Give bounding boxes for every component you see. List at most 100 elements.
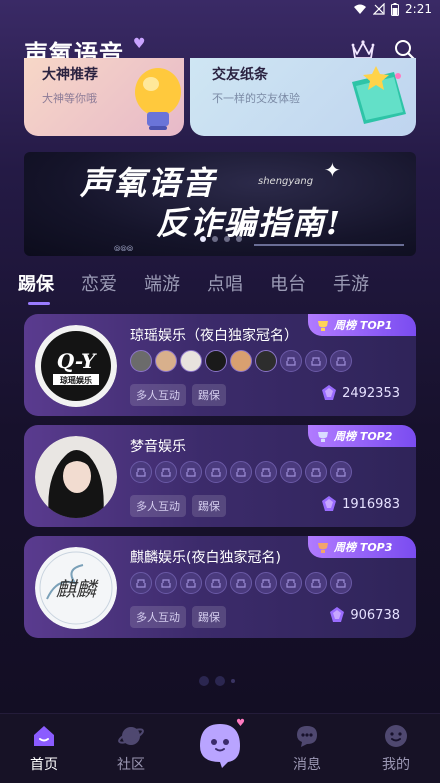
- status-time: 2:21: [405, 2, 432, 16]
- banner-dot[interactable]: [212, 236, 218, 242]
- banner-dot[interactable]: [236, 236, 242, 242]
- empty-seat-icon[interactable]: [305, 461, 327, 483]
- seat-list: [130, 461, 352, 483]
- promo-title: 大神推荐: [42, 67, 98, 83]
- list-pagination: [199, 676, 235, 686]
- empty-seat-icon[interactable]: [205, 461, 227, 483]
- empty-seat-icon[interactable]: [280, 461, 302, 483]
- empty-seat-icon[interactable]: [305, 350, 327, 372]
- message-icon: [297, 726, 317, 747]
- nav-profile[interactable]: 我的: [366, 722, 426, 774]
- trophy-icon: [318, 543, 328, 553]
- seat-avatar[interactable]: [130, 350, 152, 372]
- promo-subtitle: 大神等你哦: [42, 92, 97, 105]
- nav-messages[interactable]: 消息: [277, 722, 337, 774]
- promo-title: 交友纸条: [212, 67, 268, 83]
- tab-pc-games[interactable]: 端游: [144, 270, 180, 300]
- empty-seat-icon[interactable]: [305, 572, 327, 594]
- empty-seat-icon[interactable]: [330, 350, 352, 372]
- popularity-value: 2492353: [342, 385, 400, 401]
- tab-mobile-games[interactable]: 手游: [333, 270, 369, 300]
- svg-text:♥: ♥: [236, 718, 245, 729]
- empty-seat-icon[interactable]: [155, 461, 177, 483]
- banner-dot[interactable]: [224, 236, 230, 242]
- empty-seat-icon[interactable]: [255, 461, 277, 483]
- status-icons: 2:21: [353, 2, 432, 16]
- seat-avatar[interactable]: [180, 350, 202, 372]
- weekly-rank-badge: 周榜 TOP2: [308, 425, 416, 447]
- empty-seat-icon[interactable]: [230, 461, 252, 483]
- empty-seat-icon[interactable]: [130, 572, 152, 594]
- room-avatar: [35, 436, 117, 518]
- room-logo-text: Q-Y: [57, 349, 97, 373]
- wifi-icon: [354, 4, 367, 14]
- trophy-icon: [318, 321, 328, 331]
- banner-subtitle: 反诈骗指南!: [156, 204, 343, 242]
- promo-subtitle: 不一样的交友体验: [212, 92, 300, 105]
- rank-text: 周榜 TOP3: [334, 541, 393, 554]
- room-tag: 踢保: [192, 384, 226, 406]
- nav-label: 社区: [117, 757, 145, 773]
- room-card[interactable]: Q-Y 琼瑶娱乐 琼瑶娱乐（夜白独家冠名） 周榜 TOP1 多人互动 踢保 24…: [24, 314, 416, 416]
- room-name: 麒麟娱乐(夜白独家冠名): [130, 550, 281, 566]
- category-tabs: 踢保 恋爱 端游 点唱 电台 手游: [18, 270, 418, 300]
- promo-card-expert[interactable]: 大神推荐 大神等你哦: [24, 58, 184, 136]
- nav-label: 消息: [293, 757, 321, 773]
- ghost-icon[interactable]: ♥: [192, 714, 248, 770]
- promo-card-notes[interactable]: 交友纸条 不一样的交友体验: [190, 58, 416, 136]
- seat-list: [130, 350, 352, 372]
- book-icon: [352, 66, 406, 124]
- room-logo-subtext: 琼瑶娱乐: [60, 375, 92, 385]
- room-card[interactable]: 梦音娱乐 周榜 TOP2 多人互动 踢保 1916983: [24, 425, 416, 527]
- tab-tibao[interactable]: 踢保: [18, 270, 54, 300]
- seat-avatar[interactable]: [155, 350, 177, 372]
- no-signal-icon: [373, 3, 385, 15]
- empty-seat-icon[interactable]: [230, 572, 252, 594]
- empty-seat-icon[interactable]: [330, 461, 352, 483]
- popularity: 1916983: [320, 495, 400, 513]
- rank-text: 周榜 TOP2: [334, 430, 393, 443]
- anti-fraud-banner[interactable]: 声氧语音 shengyang ✦ 反诈骗指南! ⦾⦾⦾: [24, 152, 416, 256]
- empty-seat-icon[interactable]: [280, 350, 302, 372]
- empty-seat-icon[interactable]: [155, 572, 177, 594]
- tab-song-request[interactable]: 点唱: [207, 270, 243, 300]
- empty-seat-icon[interactable]: [180, 572, 202, 594]
- seat-avatar[interactable]: [255, 350, 277, 372]
- user-photo-icon: [35, 436, 117, 518]
- nav-label: 首页: [30, 757, 58, 773]
- room-avatar: Q-Y 琼瑶娱乐: [35, 325, 117, 407]
- nav-community[interactable]: 社区: [101, 722, 161, 774]
- room-card[interactable]: 麒麟 麒麟娱乐(夜白独家冠名) 周榜 TOP3 多人互动 踢保 906738: [24, 536, 416, 638]
- seat-avatar[interactable]: [230, 350, 252, 372]
- empty-seat-icon[interactable]: [205, 572, 227, 594]
- seat-avatar[interactable]: [205, 350, 227, 372]
- room-tags: 多人互动 踢保: [130, 495, 226, 517]
- room-logo-icon: 麒麟: [35, 547, 117, 629]
- page-dot: [231, 679, 235, 683]
- tab-radio[interactable]: 电台: [270, 270, 306, 300]
- room-tag: 踢保: [192, 495, 226, 517]
- empty-seat-icon[interactable]: [180, 461, 202, 483]
- page-dot: [199, 676, 209, 686]
- planet-icon: [118, 727, 144, 745]
- empty-seat-icon[interactable]: [255, 572, 277, 594]
- banner-divider: [254, 244, 404, 246]
- empty-seat-icon[interactable]: [280, 572, 302, 594]
- nav-home[interactable]: 首页: [14, 722, 74, 774]
- empty-seat-icon[interactable]: [130, 461, 152, 483]
- lightbulb-icon: [135, 68, 181, 130]
- battery-icon: [391, 2, 400, 16]
- empty-seat-icon[interactable]: [330, 572, 352, 594]
- status-bar: 2:21: [0, 0, 440, 20]
- gem-icon: [322, 385, 337, 400]
- banner-dot[interactable]: [200, 236, 206, 242]
- page-dot: [215, 676, 225, 686]
- sparkle-icon: ✦: [324, 158, 341, 182]
- active-tab-indicator: [28, 302, 50, 305]
- tab-romance[interactable]: 恋爱: [81, 270, 117, 300]
- bottom-nav: 首页 社区 ♥ 消息 我的: [0, 713, 440, 783]
- seat-list: [130, 572, 352, 594]
- banner-pagination: [200, 236, 242, 242]
- trophy-icon: [318, 432, 328, 442]
- profile-icon: [385, 725, 407, 747]
